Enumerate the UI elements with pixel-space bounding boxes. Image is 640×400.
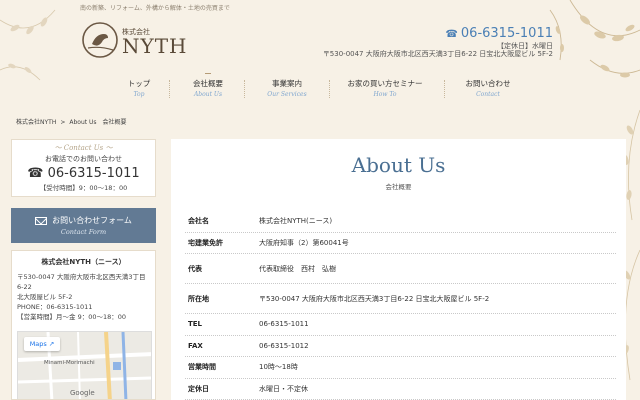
external-link-icon: ↗ xyxy=(46,340,55,348)
sidebar-phone-contact: ～ Contact Us ～ お電話でのお問い合わせ ☎ 06-6315-101… xyxy=(11,139,156,197)
row-label: 会社名 xyxy=(188,217,209,226)
maps-button-label: Maps xyxy=(29,340,47,348)
phone-icon: ☎ xyxy=(445,29,458,40)
company-hours: 【営業時間】月～金 9：00～18：00 xyxy=(17,313,127,321)
table-row: 定休日 水曜日・不定休 xyxy=(185,379,616,400)
google-map[interactable]: Maps ↗ Minami-Morimachi Google xyxy=(17,331,152,399)
contact-form-button[interactable]: お問い合わせフォーム Contact Form xyxy=(11,208,156,243)
row-value: 06-6315-1011 xyxy=(259,320,309,329)
nav-divider xyxy=(329,80,330,98)
table-row: 宅建業免許 大阪府知事（2）第60041号 xyxy=(185,233,616,254)
site-tagline: 南の新築、リフォーム、外構から解体・土地の売買まで xyxy=(80,5,230,12)
contact-heading: お電話でのお問い合わせ xyxy=(45,155,122,163)
row-label: 宅建業免許 xyxy=(188,238,223,247)
nav-label-en: Our Services xyxy=(267,91,307,98)
company-logo[interactable]: 株式会社 NYTH xyxy=(80,20,190,60)
nav-item-services[interactable]: 事業案内 Our Services xyxy=(261,78,313,98)
sidebar-phone-link[interactable]: ☎ 06-6315-1011 xyxy=(12,166,155,181)
page-subtitle: 会社概要 xyxy=(385,183,412,191)
row-value: 株式会社NYTH(ニース) xyxy=(259,217,333,226)
table-row: 所在地 〒530-0047 大阪府大阪市北区西天満3丁目6-22 日宝北大阪屋ビ… xyxy=(185,284,616,314)
breadcrumb-separator: > xyxy=(60,119,66,126)
nav-item-top[interactable]: トップ Top xyxy=(119,78,159,98)
nav-divider xyxy=(169,80,170,98)
breadcrumb-current: About Us 会社概要 xyxy=(69,119,127,126)
company-address: 〒530-0047 大阪府大阪市北区西天満3丁目6-22 北大阪屋ビル 5F-2 xyxy=(17,272,150,302)
sidebar-phone-number: 06-6315-1011 xyxy=(47,166,140,181)
leaf-decoration-left xyxy=(0,9,56,81)
contact-hours: 【受付時間】9：00～18：00 xyxy=(39,184,128,192)
company-info-table: 会社名 株式会社NYTH(ニース) 宅建業免許 大阪府知事（2）第60041号 … xyxy=(185,211,616,400)
global-nav: トップ Top 会社概要 About Us 事業案内 Our Services … xyxy=(104,73,544,102)
header-phone[interactable]: ☎ 06-6315-1011 xyxy=(445,26,553,41)
nav-active-indicator xyxy=(205,73,211,74)
site-header: 南の新築、リフォーム、外構から解体・土地の売買まで 株式会社 NYTH ☎ 06-… xyxy=(0,0,640,112)
contact-heading-en: ～ Contact Us ～ xyxy=(54,144,113,152)
map-street-label: Minami-Morimachi xyxy=(44,360,95,366)
table-row: 営業時間 10時〜18時 xyxy=(185,357,616,379)
company-address-line1: 〒530-0047 大阪府大阪市北区西天満3丁目6-22 xyxy=(17,273,146,291)
contact-form-label-en: Contact Form xyxy=(60,228,107,236)
table-row: TEL 06-6315-1011 xyxy=(185,314,616,336)
row-value: 〒530-0047 大阪府大阪市北区西天満3丁目6-22 日宝北大阪屋ビル 5F… xyxy=(259,294,490,303)
table-row: FAX 06-6315-1012 xyxy=(185,336,616,357)
nav-label: お問い合わせ xyxy=(465,79,511,88)
row-label: 定休日 xyxy=(188,384,209,393)
row-label: 営業時間 xyxy=(188,363,216,372)
company-phone: PHONE：06-6315-1011 xyxy=(17,303,93,311)
row-label: 所在地 xyxy=(188,294,209,303)
bird-branch-logo-icon xyxy=(82,22,118,58)
sidebar-company-info: 株式会社NYTH（ニース） 〒530-0047 大阪府大阪市北区西天満3丁目6-… xyxy=(11,250,156,400)
row-label: 代表 xyxy=(188,264,202,273)
nav-label: 事業案内 xyxy=(272,79,302,88)
company-name: 株式会社NYTH（ニース） xyxy=(41,258,126,266)
row-value: 06-6315-1012 xyxy=(259,341,309,350)
nav-label-en: Contact xyxy=(476,91,500,98)
main-content: About Us 会社概要 会社名 株式会社NYTH(ニース) 宅建業免許 大阪… xyxy=(171,139,626,400)
header-address: 〒530-0047 大阪府大阪市北区西天満3丁目6-22 日宝北大阪屋ビル 5F… xyxy=(322,50,553,58)
nav-item-contact[interactable]: お問い合わせ Contact xyxy=(459,78,517,98)
header-phone-number: 06-6315-1011 xyxy=(460,26,553,41)
nav-label-en: Top xyxy=(133,91,145,98)
company-address-line2: 北大阪屋ビル 5F-2 xyxy=(17,293,73,301)
breadcrumb-home-link[interactable]: 株式会社NYTH xyxy=(16,119,56,126)
row-value: 水曜日・不定休 xyxy=(259,384,308,393)
table-row: 会社名 株式会社NYTH(ニース) xyxy=(185,211,616,233)
nav-label: トップ xyxy=(127,79,151,88)
google-logo: Google xyxy=(70,389,95,397)
nav-divider xyxy=(444,80,445,98)
row-value: 大阪府知事（2）第60041号 xyxy=(259,238,349,247)
table-row: 代表 代表取締役 西村 弘樹 xyxy=(185,254,616,284)
phone-icon: ☎ xyxy=(27,166,48,181)
row-value: 代表取締役 西村 弘樹 xyxy=(259,264,336,273)
logo-name: NYTH xyxy=(122,34,188,58)
row-label: TEL xyxy=(188,320,203,329)
open-in-maps-button[interactable]: Maps ↗ xyxy=(24,337,60,351)
nav-divider xyxy=(244,80,245,98)
contact-form-label-row: お問い合わせフォーム xyxy=(11,215,156,226)
nav-label: 会社概要 xyxy=(193,79,223,88)
row-label: FAX xyxy=(188,341,203,350)
breadcrumb: 株式会社NYTH > About Us 会社概要 xyxy=(16,117,127,126)
nav-item-about[interactable]: 会社概要 About Us xyxy=(184,73,232,98)
nav-label: お家の買い方セミナー xyxy=(347,79,423,88)
contact-form-label: お問い合わせフォーム xyxy=(52,216,132,225)
page-title: About Us xyxy=(351,153,446,177)
row-value: 10時〜18時 xyxy=(259,363,298,372)
nav-label-en: About Us xyxy=(193,91,223,98)
mail-icon xyxy=(35,216,48,225)
nav-item-seminar[interactable]: お家の買い方セミナー How To xyxy=(342,78,428,98)
nav-label-en: How To xyxy=(373,91,397,98)
